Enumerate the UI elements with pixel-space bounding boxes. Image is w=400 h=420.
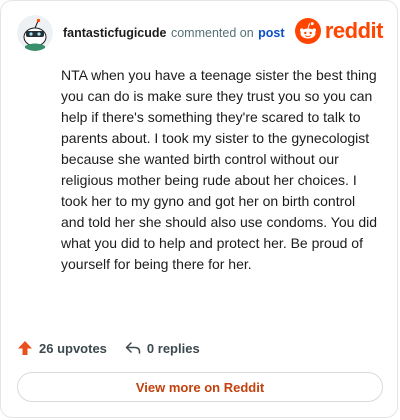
reply-arrow-icon <box>125 342 141 354</box>
snoo-avatar-icon <box>17 15 53 51</box>
comment-meta: fantasticfugicude commented on post <box>63 26 285 40</box>
commented-label: commented on <box>170 26 254 40</box>
upvote-arrow-icon <box>18 341 32 355</box>
comment-body: NTA when you have a teenage sister the b… <box>61 67 378 272</box>
comment-header: fantasticfugicude commented on post redd… <box>17 15 384 55</box>
reply-button[interactable]: 0 replies <box>125 340 200 356</box>
upvote-button[interactable]: 26 upvotes <box>17 340 107 356</box>
comment-actions: 26 upvotes 0 replies <box>17 337 218 359</box>
username[interactable]: fantasticfugicude <box>63 26 167 40</box>
upvote-count: 26 upvotes <box>39 340 107 356</box>
reddit-logo-icon <box>294 18 321 44</box>
reddit-wordmark: reddit <box>324 18 384 43</box>
reply-count: 0 replies <box>146 340 200 356</box>
avatar[interactable] <box>17 15 53 51</box>
post-link[interactable]: post <box>258 26 284 40</box>
reddit-brand[interactable]: reddit <box>294 15 384 47</box>
view-more-button[interactable]: View more on Reddit <box>17 372 383 402</box>
comment-card: fantasticfugicude commented on post redd… <box>0 0 398 418</box>
